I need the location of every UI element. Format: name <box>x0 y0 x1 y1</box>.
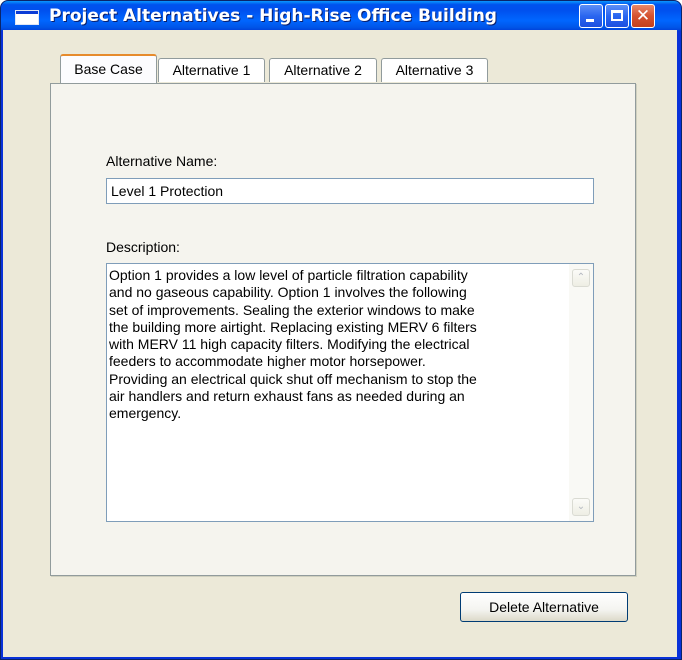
maximize-button[interactable] <box>605 4 629 28</box>
window-title: Project Alternatives - High-Rise Office … <box>49 6 497 26</box>
description-textarea[interactable]: Option 1 provides a low level of particl… <box>106 263 594 522</box>
tab-alternative-2[interactable]: Alternative 2 <box>269 58 377 82</box>
close-button[interactable]: ✕ <box>631 4 655 28</box>
scroll-down-arrow-icon[interactable]: ⌄ <box>572 498 590 516</box>
description-text: Option 1 provides a low level of particl… <box>109 267 477 422</box>
window-icon <box>15 10 39 25</box>
scroll-up-arrow-icon[interactable]: ⌃ <box>572 269 590 287</box>
title-bar[interactable]: Project Alternatives - High-Rise Office … <box>1 1 681 31</box>
description-scrollbar[interactable]: ⌃ ⌄ <box>569 264 593 521</box>
close-icon: ✕ <box>635 6 651 26</box>
tab-base-case[interactable]: Base Case <box>60 54 157 83</box>
minimize-button[interactable] <box>579 4 603 28</box>
maximize-icon <box>611 10 623 21</box>
delete-alternative-button[interactable]: Delete Alternative <box>460 592 628 622</box>
tab-alternative-3[interactable]: Alternative 3 <box>381 58 488 82</box>
alternative-name-label: Alternative Name: <box>106 153 218 169</box>
minimize-icon <box>586 19 594 22</box>
tab-alternative-1[interactable]: Alternative 1 <box>158 58 265 82</box>
description-label: Description: <box>106 239 180 255</box>
alternative-name-input[interactable] <box>106 178 594 204</box>
